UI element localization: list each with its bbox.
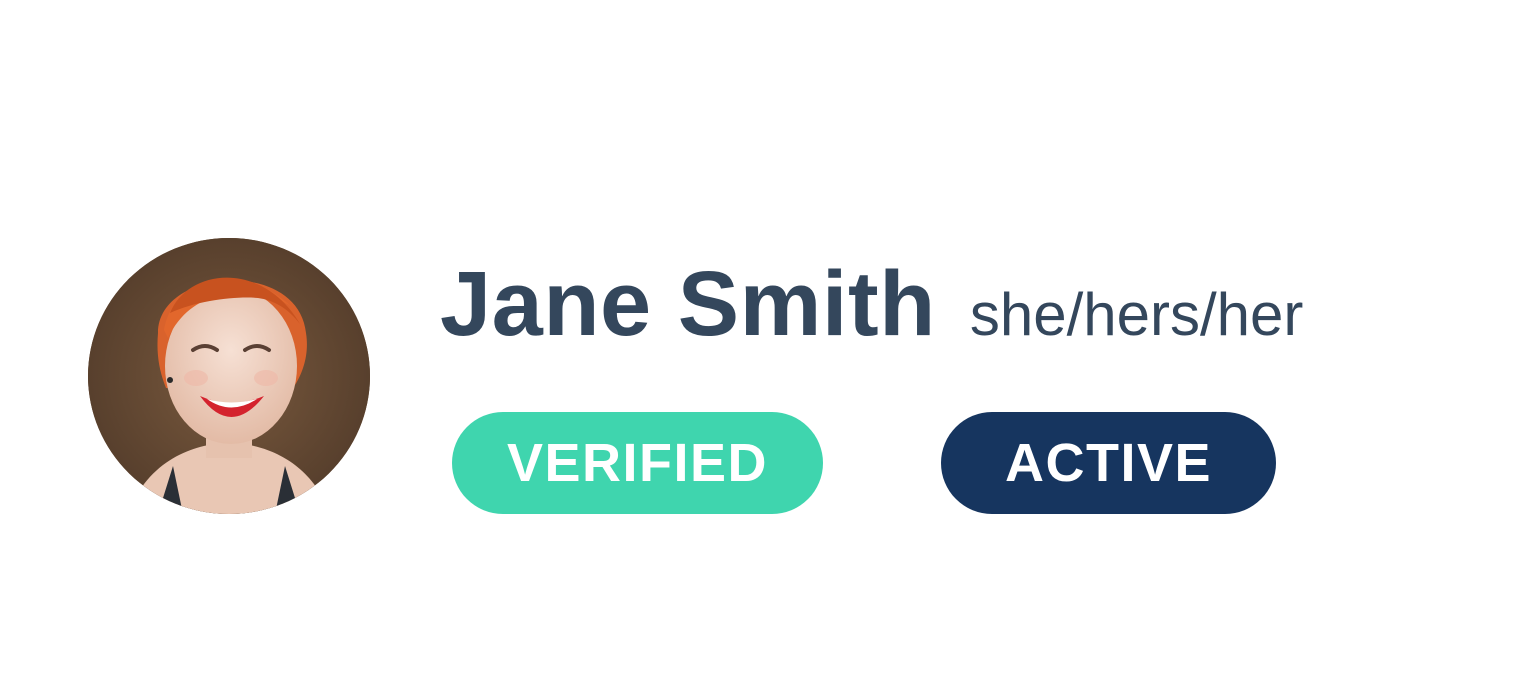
active-badge: ACTIVE [941,412,1276,514]
avatar [88,238,370,514]
profile-pronouns: she/hers/her [969,281,1304,348]
avatar-photo [88,238,370,514]
profile-card: Jane Smith she/hers/her VERIFIED ACTIVE [0,0,1536,684]
verified-badge: VERIFIED [452,412,823,514]
name-row: Jane Smith she/hers/her [440,258,1303,358]
profile-name: Jane Smith [440,253,936,355]
